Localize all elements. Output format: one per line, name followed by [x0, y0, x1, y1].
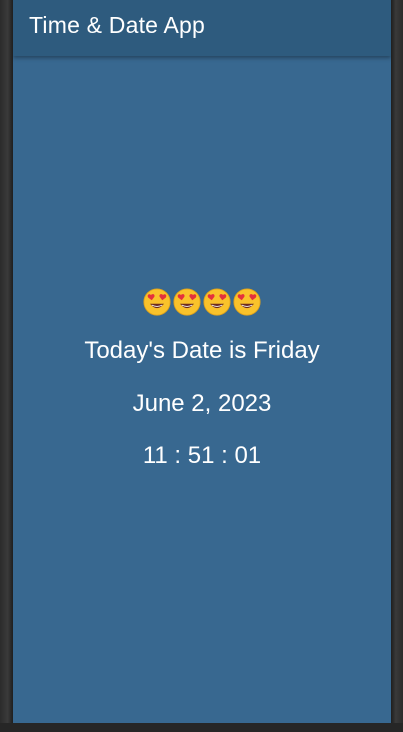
heart-eyes-emoji-icon: [203, 288, 231, 316]
heart-eyes-emoji-icon: [143, 288, 171, 316]
date-text: June 2, 2023: [132, 390, 272, 417]
device-bezel-right: [391, 0, 403, 732]
heart-eyes-emoji-icon: [173, 288, 201, 316]
device-bezel-bottom: [0, 723, 403, 732]
device-bezel-left: [0, 0, 13, 732]
device-frame: Time & Date App Today's Date is Friday J…: [0, 0, 403, 732]
heart-eyes-emoji-icon: [233, 288, 261, 316]
emoji-row: [13, 284, 391, 316]
time-text: 11 : 51 : 01: [142, 442, 262, 469]
main-content: Today's Date is Friday June 2, 2023 11 :…: [13, 0, 391, 723]
app-screen: Time & Date App Today's Date is Friday J…: [13, 0, 391, 723]
day-of-week-text: Today's Date is Friday: [84, 337, 320, 364]
